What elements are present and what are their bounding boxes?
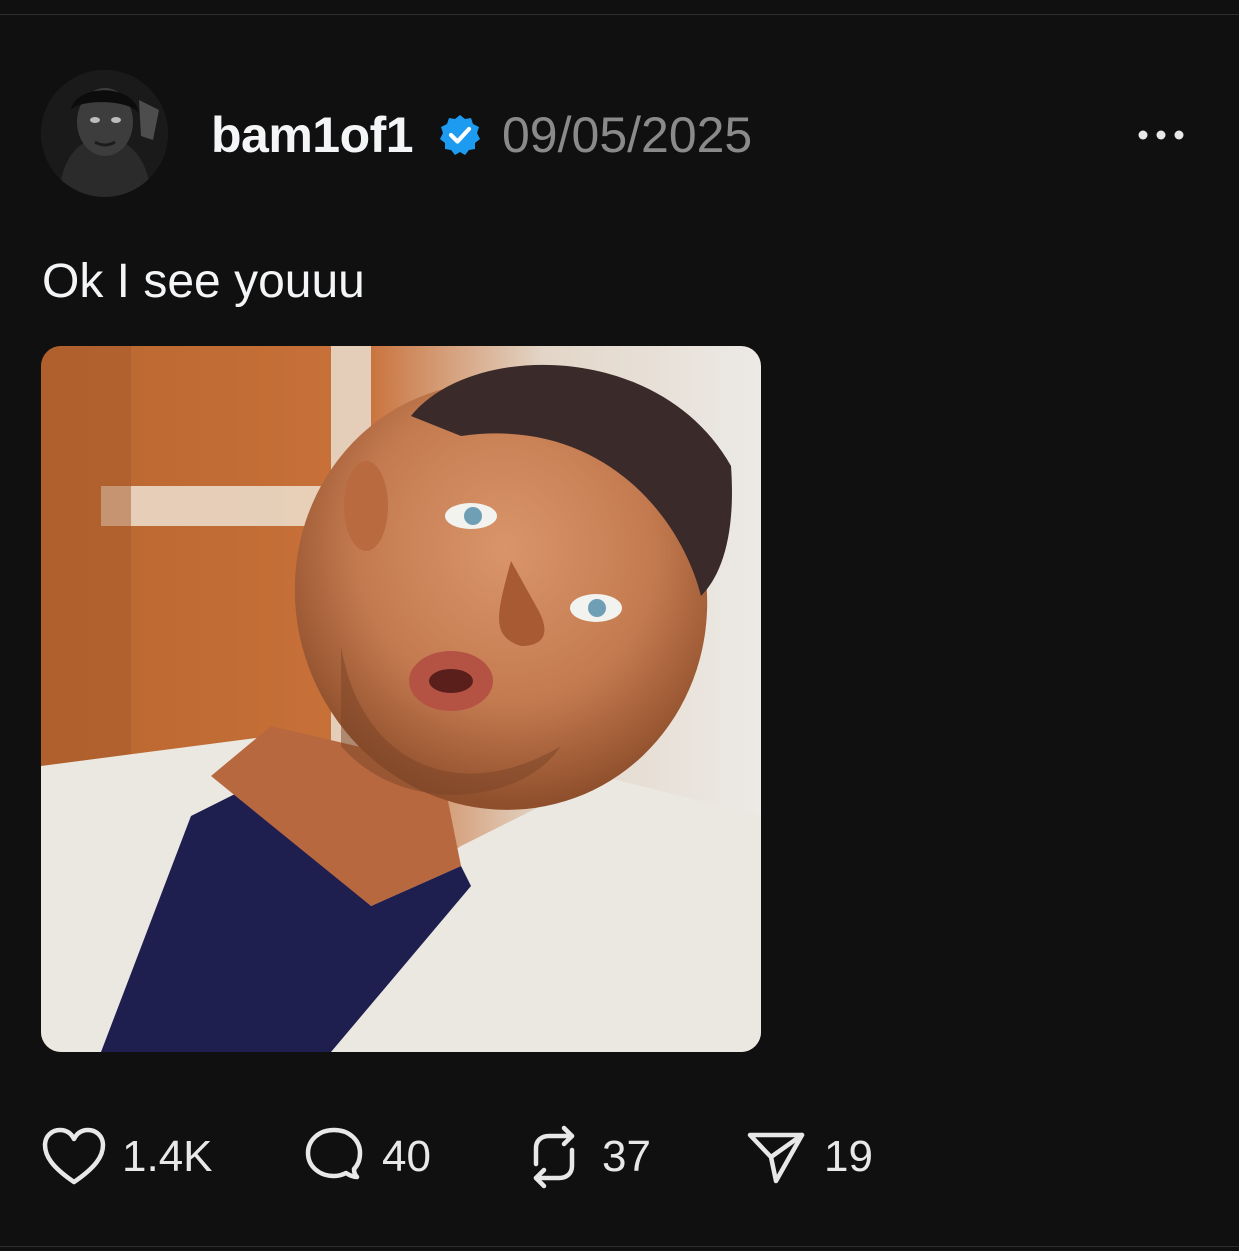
like-button[interactable]: 1.4K xyxy=(40,1124,213,1190)
avatar[interactable] xyxy=(41,70,168,197)
reply-button[interactable]: 40 xyxy=(300,1124,431,1190)
heart-icon xyxy=(40,1124,108,1190)
share-button[interactable]: 19 xyxy=(742,1124,873,1190)
like-count: 1.4K xyxy=(122,1132,213,1181)
verified-badge-icon xyxy=(438,113,482,157)
top-divider xyxy=(0,14,1239,15)
reply-count: 40 xyxy=(382,1132,431,1181)
repost-count: 37 xyxy=(602,1132,651,1181)
repost-button[interactable]: 37 xyxy=(520,1124,651,1190)
post-date: 09/05/2025 xyxy=(502,107,753,163)
comment-bubble-icon xyxy=(300,1124,368,1190)
post-text: Ok I see youuu xyxy=(42,255,365,308)
more-options-icon[interactable] xyxy=(1130,118,1192,152)
bottom-divider xyxy=(0,1246,1239,1247)
username[interactable]: bam1of1 xyxy=(211,106,414,164)
repost-icon xyxy=(520,1124,588,1190)
post-image[interactable] xyxy=(41,346,761,1052)
send-icon xyxy=(742,1124,810,1190)
share-count: 19 xyxy=(824,1132,873,1181)
